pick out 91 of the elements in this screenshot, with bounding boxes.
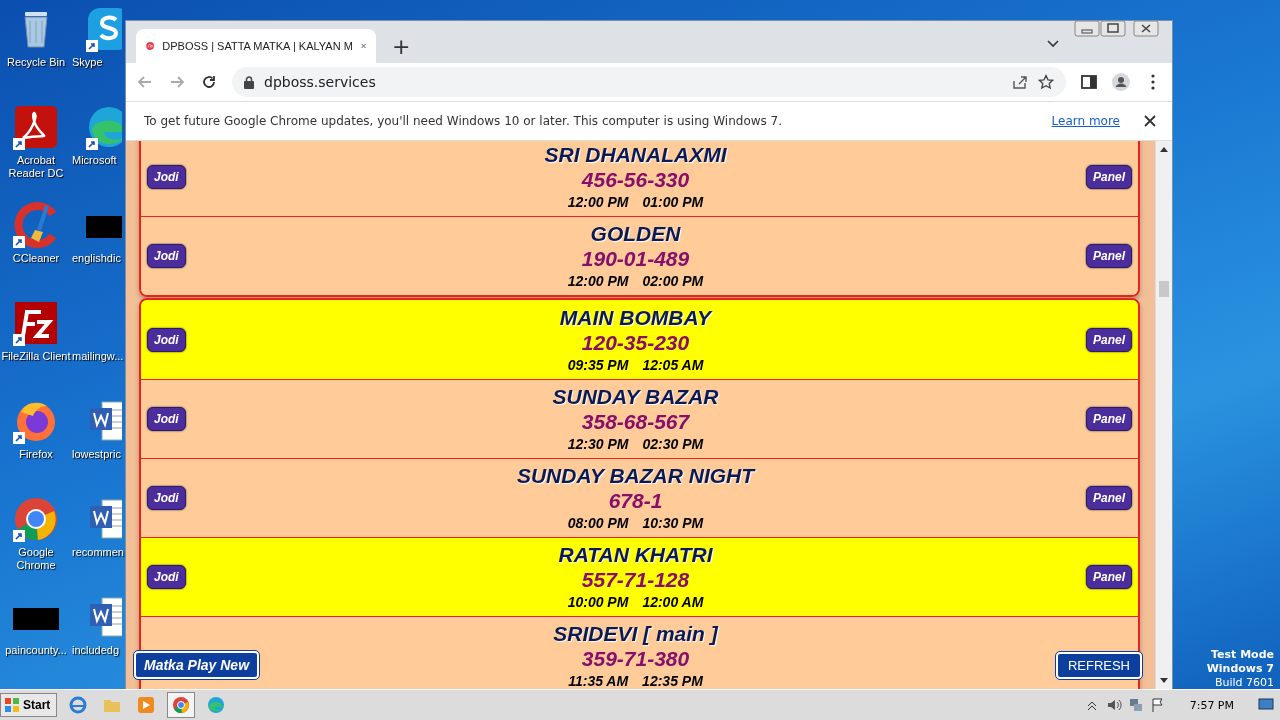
jodi-button[interactable]: Jodi xyxy=(147,565,186,589)
maximize-icon[interactable] xyxy=(1100,21,1126,37)
lock-icon[interactable] xyxy=(244,75,254,89)
scrollbar-thumb[interactable] xyxy=(1159,281,1169,297)
scrollbar[interactable] xyxy=(1155,141,1172,689)
desktop-icon-label[interactable]: mailingw... xyxy=(72,350,124,363)
result-number: 359-71-380 xyxy=(581,647,690,671)
result-number: 190-01-489 xyxy=(581,247,690,271)
windows-logo-icon xyxy=(4,697,20,713)
show-desktop-icon[interactable] xyxy=(1258,698,1274,712)
desktop-icon-label[interactable]: paincounty... xyxy=(0,644,72,657)
update-message: To get future Google Chrome updates, you'll need Windows 10 or later. This computer is using Windows 7. xyxy=(144,114,784,128)
flag-icon[interactable] xyxy=(1149,697,1166,713)
close-icon[interactable] xyxy=(1144,115,1156,127)
profile-avatar-icon[interactable] xyxy=(1112,73,1130,91)
tab-search-icon[interactable] xyxy=(1046,39,1060,49)
reload-icon[interactable] xyxy=(200,73,218,91)
result-number: 358-68-567 xyxy=(581,410,690,434)
jodi-button[interactable]: Jodi xyxy=(147,164,186,189)
desktop-icon-label[interactable]: Acrobat Reader DC xyxy=(0,154,72,180)
result-number: 120-35-230 xyxy=(581,330,690,355)
os-build-text: Windows 7 xyxy=(1206,662,1274,676)
panel-button[interactable]: Panel xyxy=(1086,164,1132,189)
open-time: 12:00 PM xyxy=(567,272,629,291)
broom-icon[interactable] xyxy=(13,202,59,248)
jodi-button[interactable]: Jodi xyxy=(147,486,186,510)
matka-play-button[interactable]: Matka Play New xyxy=(134,651,260,679)
desktop-icon-label[interactable]: includedg xyxy=(72,644,120,657)
jodi-button[interactable]: Jodi xyxy=(147,244,186,268)
panel-button[interactable]: Panel xyxy=(1086,327,1132,352)
browser-tab[interactable]: DPBOSS | SATTA MATKA | KALYAN M xyxy=(136,29,376,63)
market-name: GOLDEN xyxy=(590,221,681,247)
open-time: 11:35 AM xyxy=(568,672,629,689)
filezilla-icon[interactable] xyxy=(13,300,59,346)
market-name: SUNDAY BAZAR xyxy=(552,384,719,410)
speaker-icon[interactable] xyxy=(1105,697,1122,713)
refresh-button[interactable]: REFRESH xyxy=(1055,652,1142,679)
new-tab-button[interactable]: + xyxy=(386,29,417,63)
result-number: 557-71-128 xyxy=(581,568,690,592)
close-time: 02:00 PM xyxy=(642,272,704,291)
network-icon[interactable] xyxy=(1127,697,1144,713)
close-tab-icon[interactable] xyxy=(360,41,366,51)
close-time: 12:05 AM xyxy=(642,355,704,375)
result-number: 678-1 xyxy=(608,489,663,513)
scroll-up-arrow-icon[interactable] xyxy=(1160,146,1168,152)
scroll-down-arrow-icon[interactable] xyxy=(1160,678,1168,684)
pdf-icon[interactable] xyxy=(13,104,59,150)
desktop-icon-label[interactable]: CCleaner xyxy=(0,252,72,265)
result-number: 456-56-330 xyxy=(581,167,690,192)
close-time: 01:00 PM xyxy=(642,192,704,212)
learn-more-link[interactable]: Learn more xyxy=(1051,114,1120,128)
market-name: RATAN KHATRI xyxy=(558,542,713,568)
panel-button[interactable]: Panel xyxy=(1086,244,1132,268)
internet-explorer-icon[interactable] xyxy=(69,696,88,714)
share-icon[interactable] xyxy=(1012,74,1028,90)
market-name: SRI DHANALAXMI xyxy=(544,141,727,168)
market-name: SRIDEVI [ main ] xyxy=(553,621,718,647)
close-time: 10:30 PM xyxy=(642,514,704,533)
chrome-icon[interactable] xyxy=(13,496,59,542)
jodi-button[interactable]: Jodi xyxy=(147,327,186,352)
os-build-text: Build 7601 xyxy=(1214,676,1274,690)
panel-button[interactable]: Panel xyxy=(1086,565,1132,589)
market-name: SUNDAY BAZAR NIGHT xyxy=(516,463,755,489)
open-time: 12:30 PM xyxy=(567,435,629,454)
desktop-icon-label[interactable]: Skype xyxy=(72,56,103,69)
close-time: 02:30 PM xyxy=(642,435,704,454)
open-time: 12:00 PM xyxy=(567,192,629,212)
desktop-icon-label[interactable]: lowestpric xyxy=(72,448,121,461)
desktop-icon-label[interactable]: Recycle Bin xyxy=(0,56,72,69)
close-time: 12:35 PM xyxy=(642,672,703,689)
skype-icon[interactable] xyxy=(86,6,122,52)
chrome-icon[interactable] xyxy=(172,696,191,714)
desktop-icon-label[interactable]: FileZilla Client xyxy=(0,350,72,363)
desktop-icon-label[interactable]: englishdic xyxy=(72,252,121,265)
open-time: 10:00 PM xyxy=(567,593,629,612)
desktop-icon-label[interactable]: recommen xyxy=(72,546,124,559)
close-time: 12:00 AM xyxy=(642,593,704,612)
jodi-button[interactable]: Jodi xyxy=(147,407,186,431)
panel-button[interactable]: Panel xyxy=(1086,486,1132,510)
desktop-icon-label[interactable]: Google Chrome xyxy=(0,546,72,572)
market-name: MAIN BOMBAY xyxy=(559,304,712,331)
os-build-text: Test Mode xyxy=(1211,648,1274,662)
star-icon[interactable] xyxy=(1038,74,1054,90)
taskbar-clock[interactable]: 7:57 PM xyxy=(1189,698,1234,712)
panel-button[interactable]: Panel xyxy=(1086,407,1132,431)
open-time: 08:00 PM xyxy=(567,514,629,533)
side-panel-icon[interactable] xyxy=(1080,73,1098,91)
start-button[interactable]: Start xyxy=(0,693,58,717)
open-time: 09:35 PM xyxy=(567,355,629,375)
desktop-icon-label[interactable]: Microsoft xyxy=(72,154,117,167)
desktop-icon-label[interactable]: Firefox xyxy=(0,448,72,461)
